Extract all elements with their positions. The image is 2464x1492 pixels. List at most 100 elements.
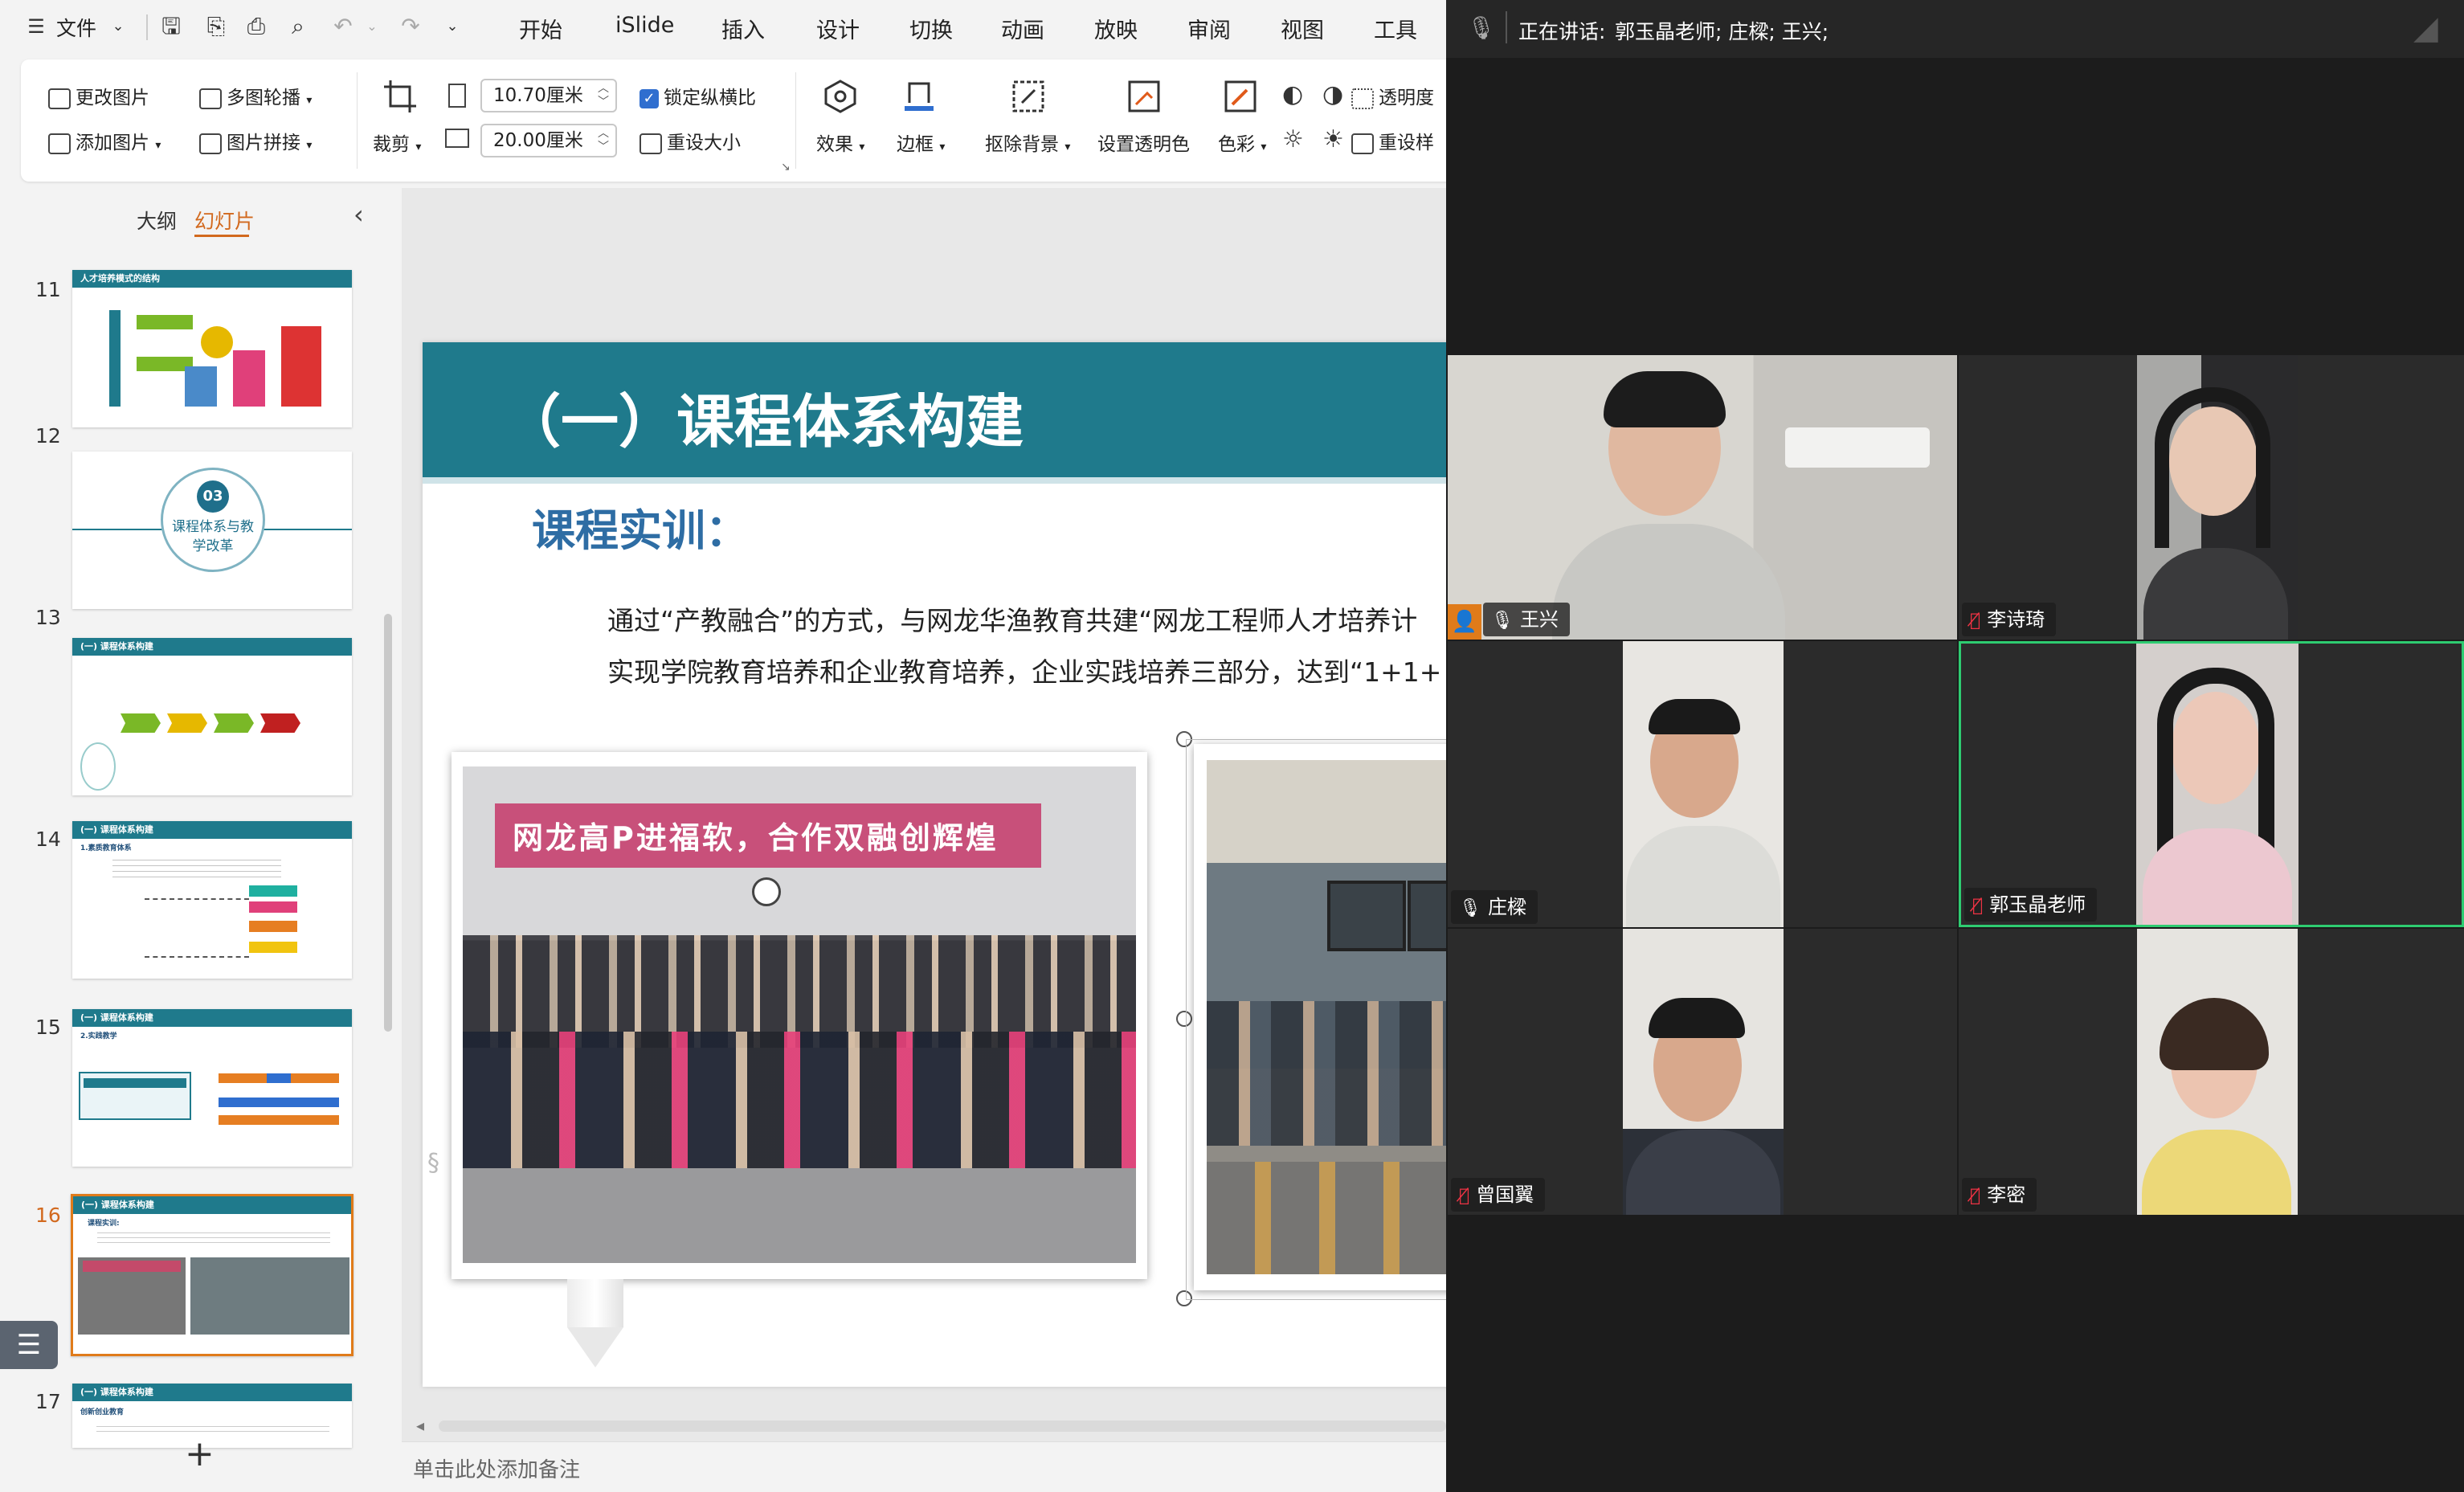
redo-icon[interactable]: ↷ xyxy=(398,14,423,39)
slide-horizontal-scrollbar[interactable] xyxy=(439,1420,1446,1432)
group-photo-frame[interactable]: 网龙高P进福软，合作双融创辉煌 xyxy=(452,752,1147,1279)
participant-hair xyxy=(1649,699,1740,734)
menu-islide[interactable]: iSlide xyxy=(615,13,674,38)
outline-toggle-icon[interactable]: ☰ xyxy=(0,1321,58,1369)
video-tile-wangxing[interactable]: 👤 🎙 王兴 xyxy=(1448,355,1957,640)
file-menu[interactable]: 文件 xyxy=(56,13,96,42)
video-tile-zhuangliang[interactable]: 🎙 庄樑 xyxy=(1448,641,1957,927)
decrease-brightness-icon[interactable]: ☀ xyxy=(1322,125,1344,153)
slide-number: 17 xyxy=(35,1390,61,1413)
video-tile-lishiqi[interactable]: 🎙̸ 李诗琦 xyxy=(1959,355,2464,640)
color-button[interactable]: 色彩 ▾ xyxy=(1218,129,1266,156)
save-icon[interactable]: 🖫 xyxy=(159,14,183,39)
chevron-down-icon: ▾ xyxy=(859,141,865,153)
transparency-icon xyxy=(1351,88,1374,109)
effects-button[interactable]: 效果 ▾ xyxy=(816,129,864,156)
slide-thumbnail-16[interactable]: (一) 课程体系构建 课程实训: xyxy=(71,1194,353,1356)
tab-outline[interactable]: 大纲 xyxy=(137,206,177,235)
link-icon[interactable]: ⎘ xyxy=(204,14,228,39)
set-transparent-color-button[interactable]: 设置透明色 xyxy=(1097,129,1190,156)
picture-collage-button[interactable]: 图片拼接 ▾ xyxy=(199,127,312,154)
menu-slideshow[interactable]: 放映 xyxy=(1094,13,1138,44)
notes-pane[interactable]: 单击此处添加备注 xyxy=(402,1441,1446,1492)
menu-insert[interactable]: 插入 xyxy=(721,13,765,44)
thumbnail-scrollbar[interactable] xyxy=(384,614,392,1032)
participant-name-tag: 🎙 王兴 xyxy=(1483,603,1570,636)
slide-body-line-1[interactable]: 通过“产教融合”的方式，与网龙华渔教育共建“网龙工程师人才培养计 xyxy=(607,599,1417,638)
reset-style-button[interactable]: 重设样 xyxy=(1351,127,1434,154)
hamburger-icon[interactable]: ☰ xyxy=(24,14,48,39)
collapse-panel-icon[interactable]: ‹ xyxy=(353,199,364,230)
crop-button[interactable]: 裁剪 ▾ xyxy=(373,129,421,156)
color-icon[interactable] xyxy=(1223,79,1258,114)
picture-width-input[interactable]: 20.00厘米 ︿ ﹀ xyxy=(480,124,617,157)
transparency-button[interactable]: 透明度 xyxy=(1351,82,1434,109)
slide-thumbnail-12[interactable]: 03 课程体系与教学改革 xyxy=(72,452,352,609)
group-photo: 网龙高P进福软，合作双融创辉煌 xyxy=(463,766,1136,1263)
lock-ratio-checkbox[interactable]: ✓ 锁定纵横比 xyxy=(639,82,756,109)
spinner-arrows-icon[interactable]: ︿ ﹀ xyxy=(598,82,609,109)
border-button[interactable]: 边框 ▾ xyxy=(897,129,945,156)
video-tile-guoyujing[interactable]: 🎙̸ 郭玉晶老师 xyxy=(1959,641,2464,927)
video-tile-limi[interactable]: 🎙̸ 李密 xyxy=(1959,929,2464,1215)
menu-home[interactable]: 开始 xyxy=(519,13,562,44)
chevron-down-icon[interactable]: ⌄ xyxy=(106,14,130,39)
people-row-back xyxy=(463,935,1136,1048)
remove-background-button[interactable]: 抠除背景 ▾ xyxy=(985,129,1070,156)
more-dropdown-icon[interactable]: ⌄ xyxy=(440,14,464,39)
increase-contrast-icon[interactable]: ◐ xyxy=(1282,80,1303,108)
spinner-arrows-icon[interactable]: ︿ ﹀ xyxy=(598,127,609,154)
tab-slides[interactable]: 幻灯片 xyxy=(194,206,255,235)
undo-icon[interactable]: ↶ xyxy=(331,14,355,39)
picture-height-input[interactable]: 10.70厘米 ︿ ﹀ xyxy=(480,79,617,112)
crop-icon[interactable] xyxy=(382,79,418,114)
slide-body-line-2[interactable]: 实现学院教育培养和企业教育培养，企业实践培养三部分，达到“1+1+ xyxy=(607,651,1441,689)
undo-dropdown-icon[interactable]: ⌄ xyxy=(360,14,384,39)
print-preview-icon[interactable]: ⌕ xyxy=(286,14,310,39)
decrease-contrast-icon[interactable]: ◑ xyxy=(1322,80,1343,108)
timeline-chart xyxy=(219,1065,339,1138)
menu-transition[interactable]: 切换 xyxy=(909,13,953,44)
thumbnail-title: (一) 课程体系构建 xyxy=(81,1200,154,1210)
add-slide-icon[interactable]: + xyxy=(185,1433,215,1474)
video-tile-zengguoyi[interactable]: 🎙̸ 曾国翼 xyxy=(1448,929,1957,1215)
dialog-launcher-icon[interactable]: ↘ xyxy=(781,161,791,174)
info-box-header xyxy=(84,1078,186,1088)
slide-subtitle[interactable]: 课程实训： xyxy=(532,495,749,558)
menu-view[interactable]: 视图 xyxy=(1281,13,1324,44)
photo-screen xyxy=(1327,881,1406,951)
menu-review[interactable]: 审阅 xyxy=(1187,13,1231,44)
menu-design[interactable]: 设计 xyxy=(816,13,860,44)
print-icon[interactable]: ⎙ xyxy=(244,14,268,39)
video-meeting-window: 🎙 正在讲话: 郭玉晶老师; 庄樑; 王兴; ◢ 👤 🎙 王兴 🎙̸ 李诗琦 🎙 庄樑 xyxy=(1446,0,2464,1492)
label-box xyxy=(249,921,297,932)
window-control-icon[interactable]: ◢ xyxy=(2413,10,2438,47)
classroom-photo xyxy=(190,1257,349,1335)
classroom-photo-frame[interactable] xyxy=(1194,744,1446,1290)
photo-banner-text: 网龙高P进福软，合作双融创辉煌 xyxy=(513,820,999,856)
set-transparent-color-icon[interactable] xyxy=(1126,79,1162,114)
add-picture-button[interactable]: 添加图片 ▾ xyxy=(48,127,161,154)
participant-hair xyxy=(1649,998,1745,1038)
slide-thumbnail-14[interactable]: (一) 课程体系构建 1.素质教育体系 xyxy=(72,821,352,979)
slide-thumbnail-15[interactable]: (一) 课程体系构建 2.实践教学 xyxy=(72,1009,352,1167)
change-picture-button[interactable]: 更改图片 xyxy=(48,82,149,109)
participant-hair xyxy=(2155,387,2270,548)
increase-brightness-icon[interactable]: ☼ xyxy=(1282,125,1304,153)
diagram-box xyxy=(233,350,265,407)
slide-title[interactable]: （一）课程体系构建 xyxy=(503,374,1024,459)
menu-tools[interactable]: 工具 xyxy=(1374,13,1417,44)
effects-icon[interactable] xyxy=(823,79,858,114)
remove-background-icon[interactable] xyxy=(1011,79,1046,114)
border-icon[interactable] xyxy=(901,79,937,114)
decor-circle xyxy=(80,742,116,791)
reset-size-button[interactable]: 重设大小 xyxy=(639,127,741,154)
chevron-down-icon: ▾ xyxy=(306,94,313,107)
microphone-icon: 🎙 xyxy=(1467,14,1496,41)
scroll-left-icon[interactable]: ◂ xyxy=(416,1416,424,1435)
reset-style-icon xyxy=(1351,133,1374,154)
menu-animation[interactable]: 动画 xyxy=(1001,13,1044,44)
slide-thumbnail-11[interactable]: 人才培养模式的结构 xyxy=(72,270,352,427)
slide-thumbnail-13[interactable]: (一) 课程体系构建 xyxy=(72,638,352,795)
multi-carousel-button[interactable]: 多图轮播 ▾ xyxy=(199,82,312,109)
